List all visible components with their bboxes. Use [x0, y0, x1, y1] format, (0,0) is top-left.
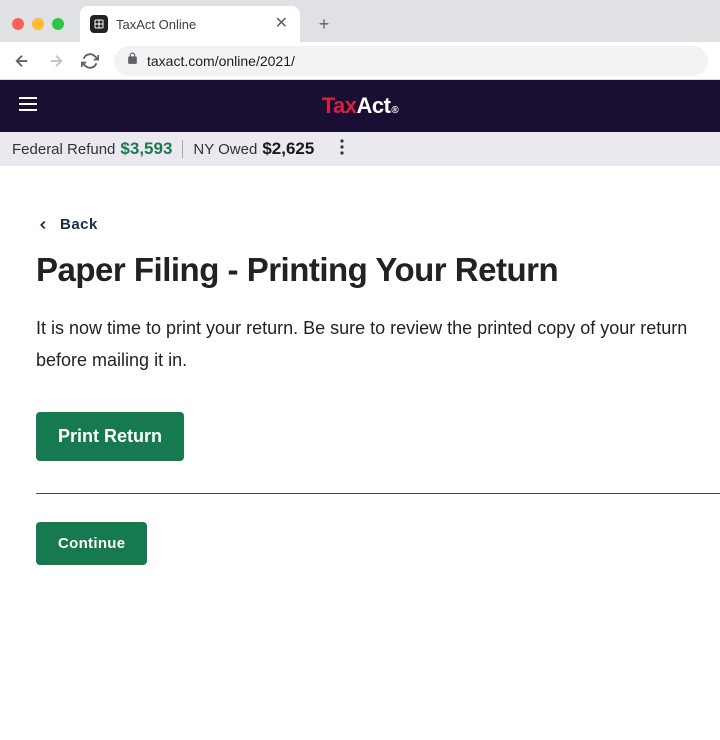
new-tab-button[interactable]: + [310, 10, 338, 38]
chevron-left-icon [36, 218, 50, 232]
logo: TaxAct® [322, 93, 399, 119]
body-text: It is now time to print your return. Be … [36, 313, 720, 376]
continue-button[interactable]: Continue [36, 522, 147, 565]
section-divider [36, 493, 720, 494]
toolbar: taxact.com/online/2021/ [0, 42, 720, 80]
lock-icon [126, 52, 139, 70]
federal-refund-status: Federal Refund $3,593 [12, 139, 172, 159]
browser-chrome: TaxAct Online ✕ + taxact.com/online/2021… [0, 0, 720, 80]
tab-title: TaxAct Online [116, 17, 265, 32]
logo-tax: Tax [322, 93, 357, 119]
menu-button[interactable] [16, 92, 40, 121]
federal-amount: $3,593 [120, 139, 172, 159]
logo-dot: ® [391, 105, 398, 116]
tab-bar: TaxAct Online ✕ + [0, 0, 720, 42]
print-return-button[interactable]: Print Return [36, 412, 184, 461]
forward-button[interactable] [46, 51, 66, 71]
main-content: Back Paper Filing - Printing Your Return… [0, 166, 720, 565]
minimize-window-button[interactable] [32, 18, 44, 30]
close-window-button[interactable] [12, 18, 24, 30]
federal-label: Federal Refund [12, 141, 115, 158]
reload-button[interactable] [80, 51, 100, 71]
back-button[interactable] [12, 51, 32, 71]
state-label: NY Owed [193, 141, 257, 158]
logo-act: Act [356, 93, 390, 119]
back-label: Back [60, 216, 98, 233]
tab-favicon [90, 15, 108, 33]
maximize-window-button[interactable] [52, 18, 64, 30]
back-link[interactable]: Back [36, 216, 720, 233]
divider [182, 140, 183, 158]
url-text: taxact.com/online/2021/ [147, 53, 295, 69]
window-controls [12, 18, 64, 30]
app-header: TaxAct® [0, 80, 720, 132]
state-amount: $2,625 [262, 139, 314, 159]
status-bar: Federal Refund $3,593 NY Owed $2,625 [0, 132, 720, 166]
browser-tab[interactable]: TaxAct Online ✕ [80, 6, 300, 42]
page-title: Paper Filing - Printing Your Return [36, 251, 720, 289]
more-options-button[interactable] [340, 139, 344, 159]
address-bar[interactable]: taxact.com/online/2021/ [114, 46, 708, 76]
close-tab-button[interactable]: ✕ [273, 14, 290, 34]
state-owed-status: NY Owed $2,625 [193, 139, 314, 159]
